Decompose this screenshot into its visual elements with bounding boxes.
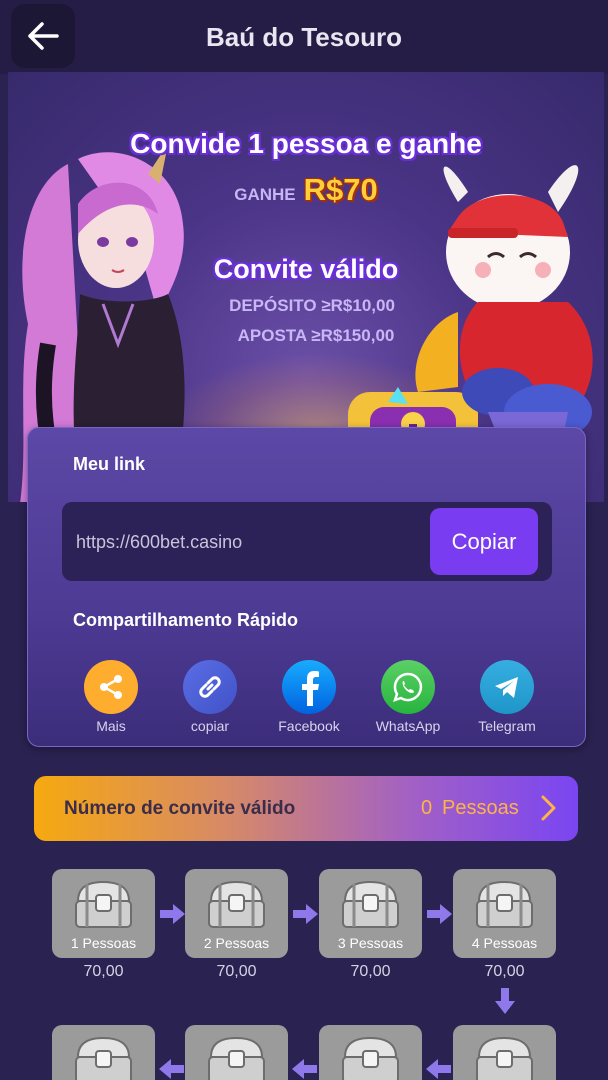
- valid-invite-count: 0: [421, 797, 433, 819]
- link-field: https://600bet.casino Copiar: [62, 502, 552, 581]
- share-more[interactable]: Mais: [66, 660, 156, 734]
- arrow-down-icon: [495, 988, 515, 1014]
- link-icon: [183, 660, 237, 714]
- chest-label: 1 Pessoas: [70, 935, 137, 951]
- arrow-left-icon: [426, 1059, 451, 1079]
- treasure-chest-icon: [476, 880, 533, 928]
- share-label: WhatsApp: [375, 718, 441, 734]
- chest-value: 70,00: [83, 963, 124, 980]
- deposit-requirement: DEPÓSITO ≥R$10,00: [229, 296, 395, 315]
- facebook-icon: [282, 660, 336, 714]
- copy-link-button[interactable]: Copiar: [430, 508, 538, 575]
- chest-value: 70,00: [216, 963, 257, 980]
- arrow-right-icon: [160, 904, 185, 924]
- treasure-chest-icon: [476, 1036, 533, 1080]
- banner-reward: GANHE R$70: [8, 172, 604, 208]
- bet-requirement: APOSTA ≥R$150,00: [237, 326, 395, 345]
- chest-label: 4 Pessoas: [471, 935, 538, 951]
- chest-step-8[interactable]: [52, 1025, 155, 1080]
- my-link-title: Meu link: [73, 454, 146, 474]
- my-link-card: Meu link https://600bet.casino Copiar Co…: [27, 427, 586, 747]
- valid-invite-unit: Pessoas: [442, 797, 519, 819]
- chest-step-4[interactable]: 4 Pessoas: [453, 869, 556, 958]
- chest-step-3[interactable]: 3 Pessoas: [319, 869, 422, 958]
- chest-step-2[interactable]: 2 Pessoas: [185, 869, 288, 958]
- share-label: copiar: [190, 718, 230, 734]
- chest-value: 70,00: [484, 963, 525, 980]
- quick-share-title: Compartilhamento Rápido: [73, 610, 299, 630]
- share-label: Telegram: [478, 718, 536, 734]
- page-title: Baú do Tesouro: [206, 22, 402, 52]
- chest-step-1[interactable]: 1 Pessoas: [52, 869, 155, 958]
- share-label: Mais: [96, 718, 126, 734]
- share-copy[interactable]: copiar: [165, 660, 255, 734]
- reward-amount: R$70: [303, 172, 378, 207]
- share-facebook[interactable]: Facebook: [264, 660, 354, 734]
- invite-link-text[interactable]: https://600bet.casino: [76, 532, 242, 553]
- valid-invite-count-bar[interactable]: Número de convite válido 0 Pessoas: [34, 776, 578, 841]
- valid-invite-label: Número de convite válido: [64, 798, 296, 819]
- treasure-chest-icon: [75, 1036, 132, 1080]
- whatsapp-icon: [381, 660, 435, 714]
- valid-invite-title: Convite válido: [213, 254, 399, 284]
- share-label: Facebook: [278, 718, 340, 734]
- chest-step-5[interactable]: [453, 1025, 556, 1080]
- treasure-chest-icon: [208, 880, 265, 928]
- arrow-right-icon: [427, 904, 452, 924]
- chest-label: 2 Pessoas: [203, 935, 270, 951]
- arrow-right-icon: [293, 904, 318, 924]
- arrow-left-icon: [292, 1059, 317, 1079]
- arrow-left-icon: [159, 1059, 184, 1079]
- telegram-icon: [480, 660, 534, 714]
- treasure-chest-icon: [208, 1036, 265, 1080]
- reward-label: GANHE: [234, 185, 296, 204]
- banner-headline: Convide 1 pessoa e ganhe: [130, 128, 482, 159]
- chest-step-6[interactable]: [319, 1025, 422, 1080]
- treasure-chest-icon: [75, 880, 132, 928]
- share-telegram[interactable]: Telegram: [462, 660, 552, 734]
- chest-value: 70,00: [350, 963, 391, 980]
- treasure-chest-icon: [342, 1036, 399, 1080]
- share-whatsapp[interactable]: WhatsApp: [363, 660, 453, 734]
- top-bar: Baú do Tesouro: [0, 0, 608, 74]
- chevron-right-icon: [541, 795, 556, 821]
- chest-step-7[interactable]: [185, 1025, 288, 1080]
- chest-label: 3 Pessoas: [337, 935, 404, 951]
- treasure-chest-icon: [342, 880, 399, 928]
- share-icon: [84, 660, 138, 714]
